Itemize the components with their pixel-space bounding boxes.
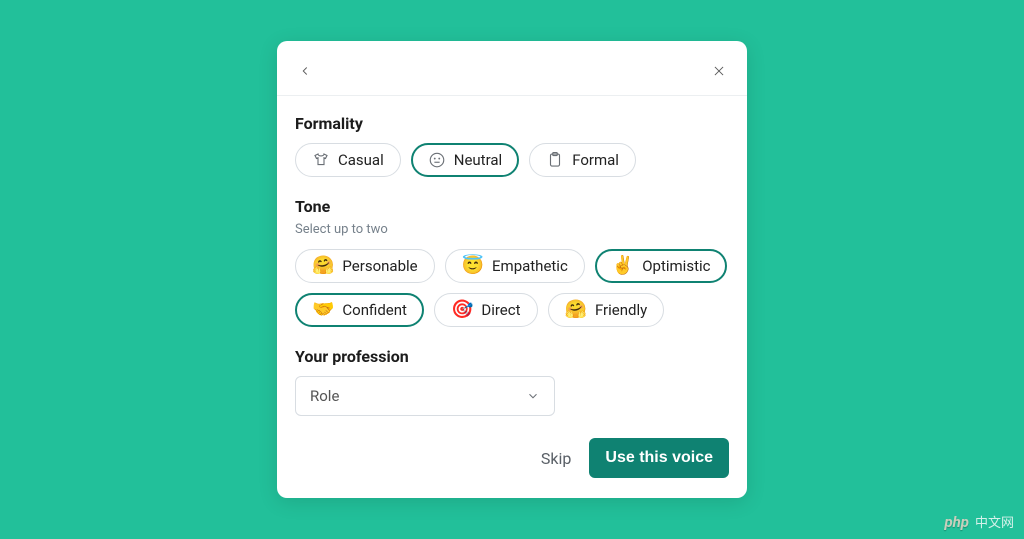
chip-label: Formal — [572, 153, 619, 168]
close-icon — [712, 64, 726, 78]
tone-option-personable[interactable]: 🤗 Personable — [295, 249, 435, 283]
use-voice-button[interactable]: Use this voice — [589, 438, 729, 478]
card-header — [295, 59, 729, 83]
card-footer: Skip Use this voice — [295, 438, 729, 478]
tone-option-confident[interactable]: 🤝 Confident — [295, 293, 424, 327]
smiling-face-icon: 🤗 — [565, 301, 587, 319]
watermark: php 中文网 — [944, 512, 1014, 531]
tone-title: Tone — [295, 197, 729, 216]
voice-settings-card: Formality Casual Neutral Formal Tone Sel… — [277, 41, 747, 498]
chip-label: Casual — [338, 153, 384, 168]
chip-label: Personable — [342, 259, 417, 274]
close-button[interactable] — [709, 61, 729, 81]
formality-option-neutral[interactable]: Neutral — [411, 143, 519, 177]
chip-label: Empathetic — [492, 259, 568, 274]
chip-label: Neutral — [454, 153, 502, 168]
target-icon: 🎯 — [451, 301, 473, 319]
chevron-down-icon — [526, 389, 540, 403]
divider — [277, 95, 747, 96]
formality-title: Formality — [295, 114, 729, 133]
formality-option-casual[interactable]: Casual — [295, 143, 401, 177]
neutral-face-icon — [428, 151, 446, 169]
chip-label: Confident — [342, 303, 407, 318]
chip-label: Optimistic — [642, 259, 710, 274]
formality-options: Casual Neutral Formal — [295, 143, 729, 177]
handshake-icon: 🤝 — [312, 301, 334, 319]
chip-label: Friendly — [595, 303, 647, 318]
tshirt-icon — [312, 151, 330, 169]
halo-face-icon: 😇 — [462, 257, 484, 275]
profession-title: Your profession — [295, 347, 729, 366]
hugging-face-icon: 🤗 — [312, 257, 334, 275]
chevron-left-icon — [298, 64, 312, 78]
skip-button[interactable]: Skip — [541, 449, 571, 468]
tone-option-optimistic[interactable]: ✌️ Optimistic — [595, 249, 728, 283]
tone-option-direct[interactable]: 🎯 Direct — [434, 293, 538, 327]
clipboard-icon — [546, 151, 564, 169]
profession-select[interactable]: Role — [295, 376, 555, 416]
tone-options: 🤗 Personable 😇 Empathetic ✌️ Optimistic … — [295, 249, 729, 327]
tone-option-friendly[interactable]: 🤗 Friendly — [548, 293, 665, 327]
watermark-text: 中文网 — [975, 512, 1014, 531]
back-button[interactable] — [295, 61, 315, 81]
chip-label: Direct — [481, 303, 520, 318]
tone-option-empathetic[interactable]: 😇 Empathetic — [445, 249, 585, 283]
formality-option-formal[interactable]: Formal — [529, 143, 636, 177]
tone-subtitle: Select up to two — [295, 222, 729, 237]
profession-placeholder: Role — [310, 387, 339, 405]
profession-select-wrap: Role — [295, 376, 555, 416]
victory-hand-icon: ✌️ — [612, 257, 634, 275]
watermark-badge: php — [944, 513, 969, 531]
